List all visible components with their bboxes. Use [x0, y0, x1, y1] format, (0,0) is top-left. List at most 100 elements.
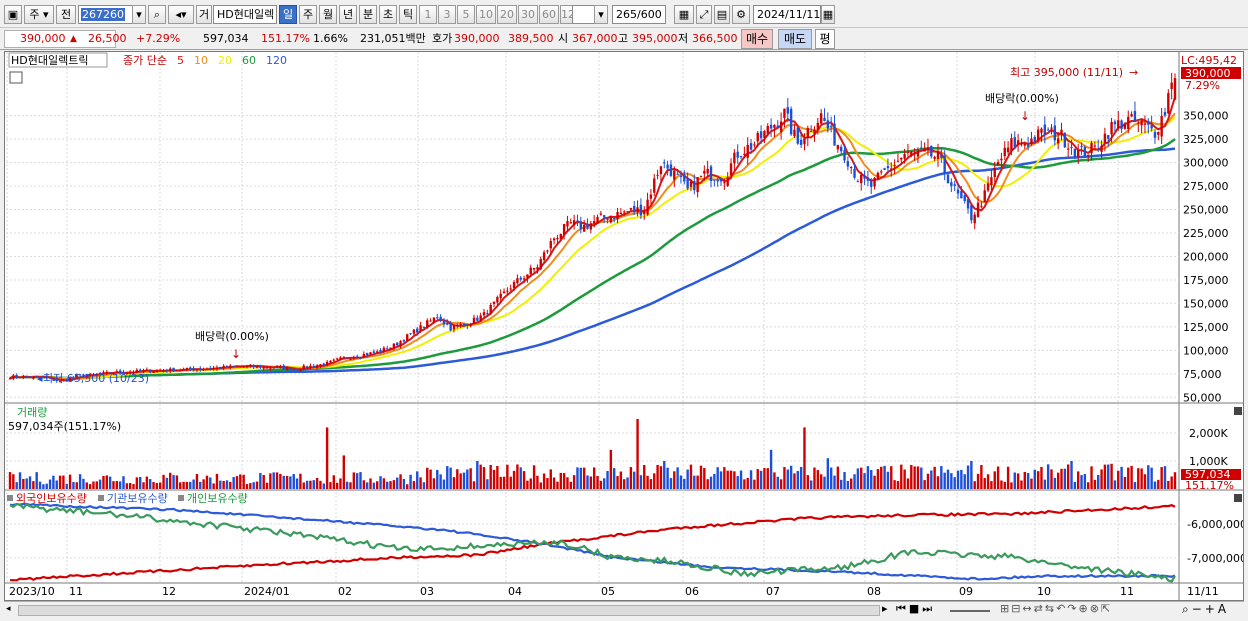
chart-scrollbar[interactable]: ◂ ▸ ⏮■⏭ ⊞⊟↔⇄⇆↶↷⊕⊗⇱ ⌕−+A — [4, 601, 1244, 619]
interval-60[interactable]: 60 — [539, 5, 559, 24]
candle-body — [249, 364, 252, 367]
volume-bar — [12, 474, 15, 489]
search-icon[interactable]: ⌕ — [148, 5, 166, 24]
zoom-controls-icon[interactable]: ⌕−+A — [1182, 602, 1229, 617]
candle-body — [703, 170, 706, 174]
interval-5[interactable]: 5 — [457, 5, 475, 24]
sell-button[interactable]: 매도 — [778, 29, 812, 49]
candle-body — [599, 213, 603, 215]
volume-bar — [1070, 461, 1073, 489]
window-menu-icon[interactable]: ▣ — [4, 5, 22, 24]
scroll-track[interactable] — [18, 605, 880, 616]
volume-bar — [773, 472, 776, 489]
chart-area[interactable]: 350,000 325,000 300,000 275,000 250,000 225,0… — [4, 51, 1244, 601]
price-change: 26,500 — [88, 32, 127, 45]
count-field[interactable]: 265/600 — [612, 5, 666, 24]
interval-10[interactable]: 10 — [476, 5, 496, 24]
low-label: 저 — [678, 32, 689, 45]
stock-type-label[interactable]: 거 — [196, 5, 212, 24]
code-dropdown-icon[interactable]: ▾ — [132, 5, 146, 24]
sound-icon[interactable]: ◂▾ — [168, 5, 194, 24]
volume-bar — [766, 468, 769, 489]
candle-body — [409, 333, 412, 335]
volume-bar — [42, 484, 45, 489]
candle-body — [983, 190, 986, 203]
candle-body — [966, 199, 970, 209]
volume-bar — [1140, 468, 1143, 489]
candle-body — [539, 259, 542, 270]
draw-icon[interactable]: ⤢ — [696, 5, 712, 24]
volume-bar — [833, 475, 836, 489]
volume-bar — [1130, 465, 1133, 489]
interval-30[interactable]: 30 — [518, 5, 538, 24]
volume-bar — [389, 481, 392, 489]
candle-body — [282, 365, 285, 370]
candle-body — [359, 357, 362, 359]
gear-icon[interactable]: ⚙ — [732, 5, 750, 24]
scroll-right-icon[interactable]: ▸ — [882, 602, 888, 615]
candle-body — [169, 368, 172, 372]
candle-body — [165, 370, 169, 372]
period-tab-4[interactable]: 분 — [359, 5, 377, 24]
volume-bar — [743, 479, 746, 489]
candle-body — [706, 168, 709, 174]
price-axis-tick: 250,000 — [1183, 204, 1229, 217]
drawing-tools-icon[interactable]: ⊞⊟↔⇄⇆↶↷⊕⊗⇱ — [1000, 602, 1112, 615]
period-tab-1[interactable]: 주 — [299, 5, 317, 24]
candle-body — [1090, 142, 1093, 154]
volume-bar — [282, 475, 285, 489]
save-icon[interactable]: ▤ — [714, 5, 730, 24]
candle-body — [202, 369, 205, 371]
volume-bar — [65, 483, 68, 489]
volume-bar — [255, 481, 259, 489]
volume-bar — [542, 473, 546, 489]
volume-bar — [1087, 482, 1090, 489]
volume-bar — [759, 470, 763, 489]
interval-dropdown-icon[interactable]: ▾ — [594, 5, 608, 24]
buy-button[interactable]: 매수 — [741, 29, 773, 49]
volume-bar — [1133, 482, 1137, 489]
period-tab-2[interactable]: 월 — [319, 5, 337, 24]
period-tab-5[interactable]: 초 — [379, 5, 397, 24]
volume-bar — [165, 477, 169, 489]
volume-bar — [1020, 480, 1023, 489]
prev-button[interactable]: 전 — [56, 5, 76, 24]
volume-bar — [923, 480, 926, 489]
interval-3[interactable]: 3 — [438, 5, 456, 24]
candle-body — [1046, 129, 1050, 131]
candle-body — [319, 364, 322, 367]
volume-bar — [1016, 473, 1020, 489]
volume-bar — [506, 464, 509, 489]
candle-body — [365, 352, 369, 356]
volume-bar — [319, 480, 322, 489]
candle-body — [920, 147, 923, 149]
candle-body — [232, 365, 235, 367]
period-tab-3[interactable]: 년 — [339, 5, 357, 24]
volume-bar — [679, 475, 683, 489]
scroll-left-icon[interactable]: ◂ — [6, 604, 16, 616]
high-label: 고 — [618, 32, 629, 45]
calendar-icon[interactable]: ▦ — [821, 5, 835, 24]
volume-bar — [122, 476, 125, 489]
interval-1[interactable]: 1 — [419, 5, 437, 24]
candle-body — [315, 365, 319, 369]
volume-bar — [48, 479, 52, 489]
playback-controls-icon[interactable]: ⏮■⏭ — [896, 602, 935, 616]
period-tab-6[interactable]: 틱 — [399, 5, 417, 24]
candle-body — [1137, 122, 1140, 124]
market-type-value: 주 — [29, 8, 40, 21]
volume-bar — [446, 466, 449, 489]
candle-body — [643, 211, 646, 215]
date-field[interactable]: 2024/11/11 — [753, 5, 821, 24]
market-type-select[interactable]: 주 ▾ — [24, 5, 54, 24]
chart-tools-icon[interactable]: ▦ — [674, 5, 694, 24]
volume-bar — [562, 473, 566, 489]
low-annotation: 최저 65,500 (10/23) — [43, 372, 149, 385]
interval-20[interactable]: 20 — [497, 5, 517, 24]
period-tab-0[interactable]: 일 — [279, 5, 297, 24]
candle-body — [299, 369, 302, 371]
eval-button[interactable]: 평 — [815, 29, 835, 49]
candle-body — [552, 238, 556, 241]
zoom-slider[interactable] — [950, 610, 990, 612]
volume-bar — [195, 473, 199, 489]
